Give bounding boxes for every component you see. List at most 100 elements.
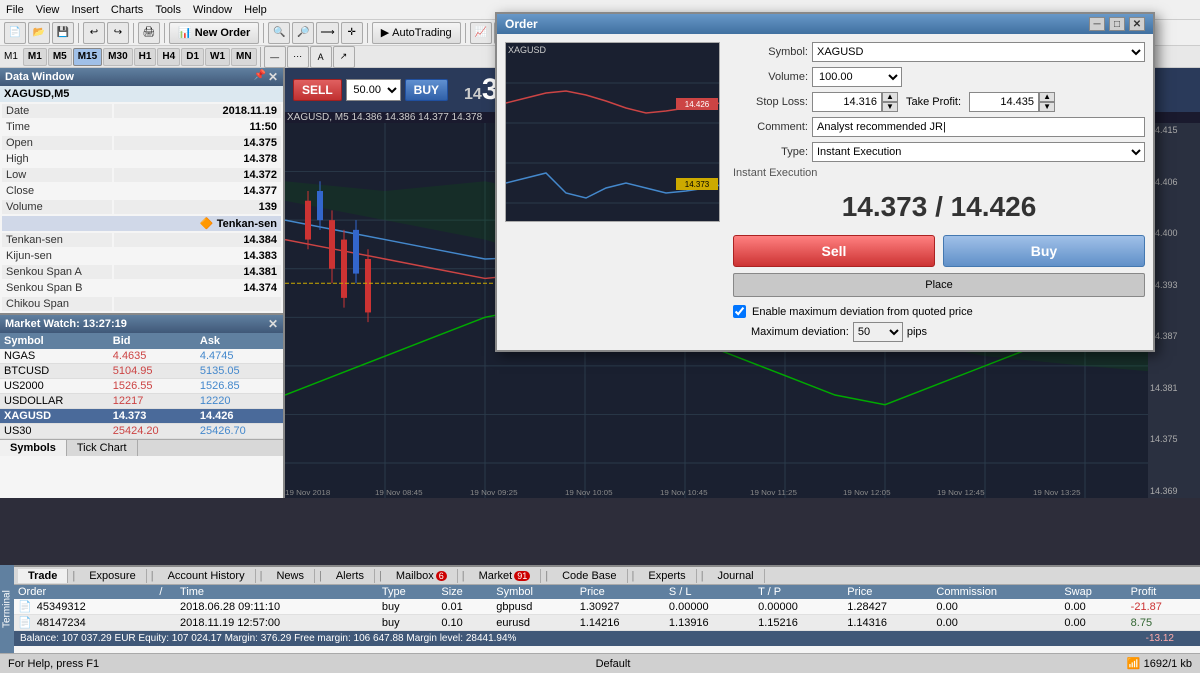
data-window-pin[interactable]: 📌 bbox=[253, 70, 265, 84]
tf-d1[interactable]: D1 bbox=[181, 48, 204, 66]
tf-m30[interactable]: M30 bbox=[103, 48, 132, 66]
type-select[interactable]: Instant Execution bbox=[812, 142, 1145, 162]
deviation-value-select[interactable]: 50 bbox=[853, 322, 903, 342]
tab-journal[interactable]: Journal bbox=[708, 569, 765, 583]
take-profit-arrows: ▲ ▼ bbox=[1039, 92, 1055, 112]
menu-charts[interactable]: Charts bbox=[111, 4, 143, 16]
take-profit-input[interactable] bbox=[969, 92, 1039, 112]
save-btn[interactable]: 💾 bbox=[52, 22, 74, 44]
volume-select[interactable]: 100.00 bbox=[812, 67, 902, 87]
tab-exposure[interactable]: Exposure bbox=[79, 569, 146, 583]
mw-row-us30[interactable]: US30 25424.20 25426.70 bbox=[0, 424, 283, 439]
chart-zoom-out-btn[interactable]: 🔎 bbox=[292, 22, 314, 44]
menu-tools[interactable]: Tools bbox=[155, 4, 181, 16]
tab-trade[interactable]: Trade bbox=[18, 569, 68, 583]
tab-account-history[interactable]: Account History bbox=[158, 569, 256, 583]
menu-file[interactable]: File bbox=[6, 4, 24, 16]
chart-buy-btn[interactable]: BUY bbox=[405, 79, 448, 101]
tab-tick-chart[interactable]: Tick Chart bbox=[67, 440, 138, 456]
mw-row-ngas[interactable]: NGAS 4.4635 4.4745 bbox=[0, 349, 283, 364]
order-row-1[interactable]: 📄 45349312 2018.06.28 09:11:10 buy 0.01 … bbox=[14, 599, 1200, 615]
open-btn[interactable]: 📂 bbox=[28, 22, 50, 44]
sell-buy-row: Sell Buy bbox=[733, 235, 1145, 267]
dialog-controls: ─ □ ✕ bbox=[1089, 17, 1145, 31]
tf-m15[interactable]: M15 bbox=[73, 48, 102, 66]
date-value: 2018.11.19 bbox=[114, 104, 281, 118]
mw-symbol-usdollar: USDOLLAR bbox=[0, 394, 109, 409]
data-window-close[interactable]: ✕ bbox=[268, 70, 278, 84]
menu-help[interactable]: Help bbox=[244, 4, 267, 16]
svg-text:19 Nov 08:45: 19 Nov 08:45 bbox=[375, 488, 423, 497]
open-value: 14.375 bbox=[114, 136, 281, 150]
market-watch-close[interactable]: ✕ bbox=[268, 317, 278, 331]
print-btn[interactable]: 🖨 bbox=[138, 22, 160, 44]
mw-ask-xagusd: 14.426 bbox=[196, 409, 283, 424]
tf-h4[interactable]: H4 bbox=[157, 48, 180, 66]
dialog-sell-btn[interactable]: Sell bbox=[733, 235, 935, 267]
tf-mn[interactable]: MN bbox=[231, 48, 257, 66]
tab-experts[interactable]: Experts bbox=[638, 569, 696, 583]
close-label: Close bbox=[2, 184, 112, 198]
tab-alerts[interactable]: Alerts bbox=[326, 569, 375, 583]
order-price-2: 1.14216 bbox=[576, 615, 665, 631]
indicators-btn[interactable]: 📈 bbox=[470, 22, 492, 44]
crosshair-btn[interactable]: ✛ bbox=[341, 22, 363, 44]
hline-tool[interactable]: ⋯ bbox=[287, 46, 309, 68]
chart-sell-btn[interactable]: SELL bbox=[293, 79, 342, 101]
text-tool[interactable]: A bbox=[310, 46, 332, 68]
order-row-2[interactable]: 📄 48147234 2018.11.19 12:57:00 buy 0.10 … bbox=[14, 615, 1200, 631]
tab-mailbox[interactable]: Mailbox6 bbox=[386, 569, 458, 583]
max-deviation-row: Maximum deviation: 50 pips bbox=[751, 322, 1145, 342]
symbol-select[interactable]: XAGUSD bbox=[812, 42, 1145, 62]
dialog-minimize-btn[interactable]: ─ bbox=[1089, 17, 1105, 31]
menu-window[interactable]: Window bbox=[193, 4, 232, 16]
stop-loss-input[interactable] bbox=[812, 92, 882, 112]
tf-w1[interactable]: W1 bbox=[205, 48, 230, 66]
market-watch-table: Symbol Bid Ask NGAS 4.4635 4.4745 BTCUSD… bbox=[0, 333, 283, 439]
auto-trading-btn[interactable]: ▶ AutoTrading bbox=[372, 22, 461, 44]
mw-header-row: Symbol Bid Ask bbox=[0, 333, 283, 349]
tf-m5[interactable]: M5 bbox=[48, 48, 72, 66]
form-row-symbol: Symbol: XAGUSD bbox=[733, 42, 1145, 62]
scroll-right-btn[interactable]: ⟶ bbox=[316, 22, 338, 44]
menu-insert[interactable]: Insert bbox=[71, 4, 99, 16]
new-order-btn[interactable]: 📊 New Order bbox=[169, 22, 259, 44]
tab-codebase[interactable]: Code Base bbox=[552, 569, 627, 583]
tab-market[interactable]: Market91 bbox=[469, 569, 542, 583]
new-file-btn[interactable]: 📄 bbox=[4, 22, 26, 44]
terminal-side-tab[interactable]: Terminal bbox=[0, 565, 14, 653]
balance-bar: Balance: 107 037.29 EUR Equity: 107 024.… bbox=[14, 631, 1200, 646]
volume-label: Volume: bbox=[733, 71, 808, 83]
chart-volume-select[interactable]: 50.00 bbox=[346, 79, 401, 101]
stop-loss-up[interactable]: ▲ bbox=[882, 92, 898, 102]
line-tool[interactable]: — bbox=[264, 46, 286, 68]
dialog-maximize-btn[interactable]: □ bbox=[1109, 17, 1125, 31]
take-profit-up[interactable]: ▲ bbox=[1039, 92, 1055, 102]
chart-zoom-btn[interactable]: 🔍 bbox=[268, 22, 290, 44]
form-row-type: Type: Instant Execution bbox=[733, 142, 1145, 162]
col-profit: Profit bbox=[1127, 585, 1200, 599]
stop-loss-down[interactable]: ▼ bbox=[882, 102, 898, 112]
arrow-tool[interactable]: ↗ bbox=[333, 46, 355, 68]
mw-row-xagusd[interactable]: XAGUSD 14.373 14.426 bbox=[0, 409, 283, 424]
chikou-value bbox=[114, 297, 281, 311]
dialog-buy-btn[interactable]: Buy bbox=[943, 235, 1145, 267]
tab-news[interactable]: News bbox=[266, 569, 315, 583]
pips-label: pips bbox=[907, 326, 927, 338]
mw-row-btcusd[interactable]: BTCUSD 5104.95 5135.05 bbox=[0, 364, 283, 379]
mw-row-us2000[interactable]: US2000 1526.55 1526.85 bbox=[0, 379, 283, 394]
deviation-checkbox[interactable] bbox=[733, 305, 746, 318]
dialog-close-btn[interactable]: ✕ bbox=[1129, 17, 1145, 31]
mw-row-usdollar[interactable]: USDOLLAR 12217 12220 bbox=[0, 394, 283, 409]
tf-m1[interactable]: M1 bbox=[23, 48, 47, 66]
tab-symbols[interactable]: Symbols bbox=[0, 440, 67, 456]
tf-h1[interactable]: H1 bbox=[134, 48, 157, 66]
take-profit-down[interactable]: ▼ bbox=[1039, 102, 1055, 112]
place-btn[interactable]: Place bbox=[733, 273, 1145, 297]
status-memory: 📶 1692/1 kb bbox=[1127, 657, 1192, 670]
menu-view[interactable]: View bbox=[36, 4, 60, 16]
data-row-high: High 14.378 bbox=[2, 152, 281, 166]
comment-input[interactable] bbox=[812, 117, 1145, 137]
redo-btn[interactable]: ↪ bbox=[107, 22, 129, 44]
undo-btn[interactable]: ↩ bbox=[83, 22, 105, 44]
